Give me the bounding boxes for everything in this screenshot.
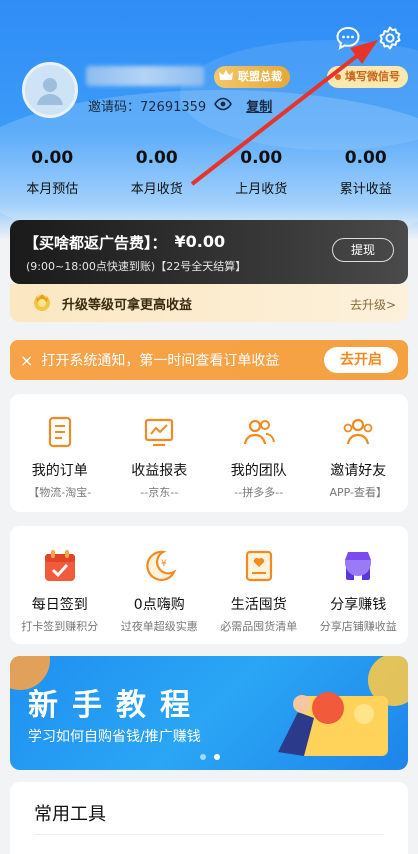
heart-card-icon (239, 546, 279, 586)
invite-code-text: 邀请码：72691359 (88, 96, 206, 115)
avatar[interactable] (22, 62, 78, 118)
eye-icon[interactable] (214, 97, 233, 115)
menu-item-my-orders[interactable]: 我的订单 【物流-淘宝- (10, 412, 110, 512)
menu-item-title: 生活囤货 (230, 597, 287, 613)
menu-item-life-stockup[interactable]: 生活囤货 必需品囤货清单 (209, 546, 309, 644)
shop-icon (338, 546, 378, 586)
menu-item-subtitle: 过夜单超级实惠 (120, 620, 198, 633)
menu-item-daily-checkin[interactable]: 每日签到 打卡签到赚积分 (10, 546, 110, 644)
carousel-dot[interactable] (214, 754, 220, 760)
menu-item-title: 每日签到 (31, 597, 88, 613)
stat-item[interactable]: 0.00 本月收货 (105, 148, 209, 197)
crown-medal-icon (30, 289, 54, 317)
earnings-subtitle: (9:00~18:00点快速到账)【22号全天结算】 (26, 260, 247, 273)
stat-value: 0.00 (135, 148, 178, 168)
moon-yen-icon: ¥ (139, 546, 179, 586)
team-icon (239, 412, 279, 452)
menu-item-title: 我的团队 (230, 463, 287, 479)
upgrade-bar[interactable]: 升级等级可拿更高收益 去升级> (10, 284, 408, 322)
menu-item-share-earn[interactable]: 分享赚钱 分享店铺赚收益 (309, 546, 409, 644)
banner-title: 新手教程 (28, 688, 204, 723)
menu-item-title: 邀请好友 (330, 463, 387, 479)
stat-label: 本月收货 (130, 182, 183, 197)
invite-label: 邀请码： (88, 100, 141, 115)
earnings-amount: ¥0.00 (174, 232, 226, 251)
enable-notification-button[interactable]: 去开启 (324, 347, 398, 373)
upgrade-link[interactable]: 去升级> (350, 296, 396, 313)
stat-label: 本月预估 (26, 182, 79, 197)
menu-item-title: 0点嗨购 (133, 597, 185, 613)
menu-panel-orders: 我的订单 【物流-淘宝- 收益报表 --京东-- 我的团队 --拼多多-- 邀请… (10, 394, 408, 512)
menu-item-invite-friends[interactable]: 邀请好友 APP-查看】 (309, 412, 409, 512)
menu-item-subtitle: APP-查看】 (329, 486, 388, 499)
menu-item-title: 我的订单 (31, 463, 88, 479)
upgrade-text: 升级等级可拿更高收益 (62, 297, 193, 313)
fill-wechat-button[interactable]: 填写微信号 (327, 66, 408, 88)
message-icon[interactable] (334, 24, 362, 52)
menu-item-title: 分享赚钱 (330, 597, 387, 613)
invite-friends-icon (338, 412, 378, 452)
notification-text: 打开系统通知，第一时间查看订单收益 (41, 353, 280, 369)
stat-label: 累计收益 (339, 182, 392, 197)
menu-item-subtitle: 必需品囤货清单 (220, 620, 298, 633)
banner-subtitle: 学习如何自购省钱/推广赚钱 (28, 729, 201, 745)
copy-link[interactable]: 复制 (246, 96, 272, 115)
close-icon[interactable]: × (20, 351, 33, 370)
menu-item-subtitle: 【物流-淘宝- (28, 486, 92, 499)
stat-label: 上月收货 (235, 182, 288, 197)
withdraw-button[interactable]: 提现 (332, 238, 394, 262)
invite-code-row: 邀请码：72691359 复制 (88, 96, 272, 115)
stat-item[interactable]: 0.00 本月预估 (0, 148, 104, 197)
username-blurred (86, 66, 204, 86)
crown-icon (218, 68, 234, 92)
earnings-stats: 0.00 本月预估 0.00 本月收货 0.00 上月收货 0.00 累计收益 (0, 148, 418, 197)
earnings-card: 【买啥都返广告费】： ¥0.00 (9:00~18:00点快速到账)【22号全天… (10, 220, 408, 284)
stat-item[interactable]: 0.00 上月收货 (209, 148, 313, 197)
menu-item-subtitle: --拼多多-- (234, 486, 284, 499)
settings-gear-icon[interactable] (376, 24, 404, 52)
menu-item-subtitle: 分享店铺赚收益 (319, 620, 397, 633)
order-list-icon (40, 412, 80, 452)
level-badge[interactable]: 联盟总裁 (214, 66, 290, 88)
profile-header: 联盟总裁 填写微信号 邀请码：72691359 复制 0.00 本月预估 0.00… (0, 0, 418, 240)
menu-panel-activities: 每日签到 打卡签到赚积分 ¥ 0点嗨购 过夜单超级实惠 生活囤货 必需品囤货清单… (10, 526, 408, 644)
divider (34, 834, 384, 835)
chart-report-icon (139, 412, 179, 452)
menu-item-subtitle: 打卡签到赚积分 (21, 620, 99, 633)
earnings-title: 【买啥都返广告费】： (24, 234, 167, 252)
earnings-title-row: 【买啥都返广告费】： ¥0.00 (24, 232, 225, 253)
stat-value: 0.00 (344, 148, 387, 168)
stat-value: 0.00 (31, 148, 74, 168)
notification-bar: × 打开系统通知，第一时间查看订单收益 去开启 (10, 340, 408, 380)
stat-value: 0.00 (240, 148, 283, 168)
menu-item-title: 收益报表 (131, 463, 188, 479)
menu-item-midnight-shopping[interactable]: ¥ 0点嗨购 过夜单超级实惠 (110, 546, 210, 644)
tutorial-banner[interactable]: 新手教程 学习如何自购省钱/推广赚钱 (10, 656, 408, 770)
carousel-dot[interactable] (200, 754, 206, 760)
menu-item-subtitle: --京东-- (140, 486, 179, 499)
common-tools-section: 常用工具 (10, 782, 408, 854)
menu-item-earnings-report[interactable]: 收益报表 --京东-- (110, 412, 210, 512)
section-title: 常用工具 (34, 804, 106, 825)
level-badge-label: 联盟总裁 (238, 70, 282, 83)
menu-item-my-team[interactable]: 我的团队 --拼多多-- (209, 412, 309, 512)
calendar-check-icon (40, 546, 80, 586)
invite-code-value: 72691359 (140, 100, 207, 115)
svg-text:¥: ¥ (161, 559, 167, 569)
stat-item[interactable]: 0.00 累计收益 (314, 148, 418, 197)
